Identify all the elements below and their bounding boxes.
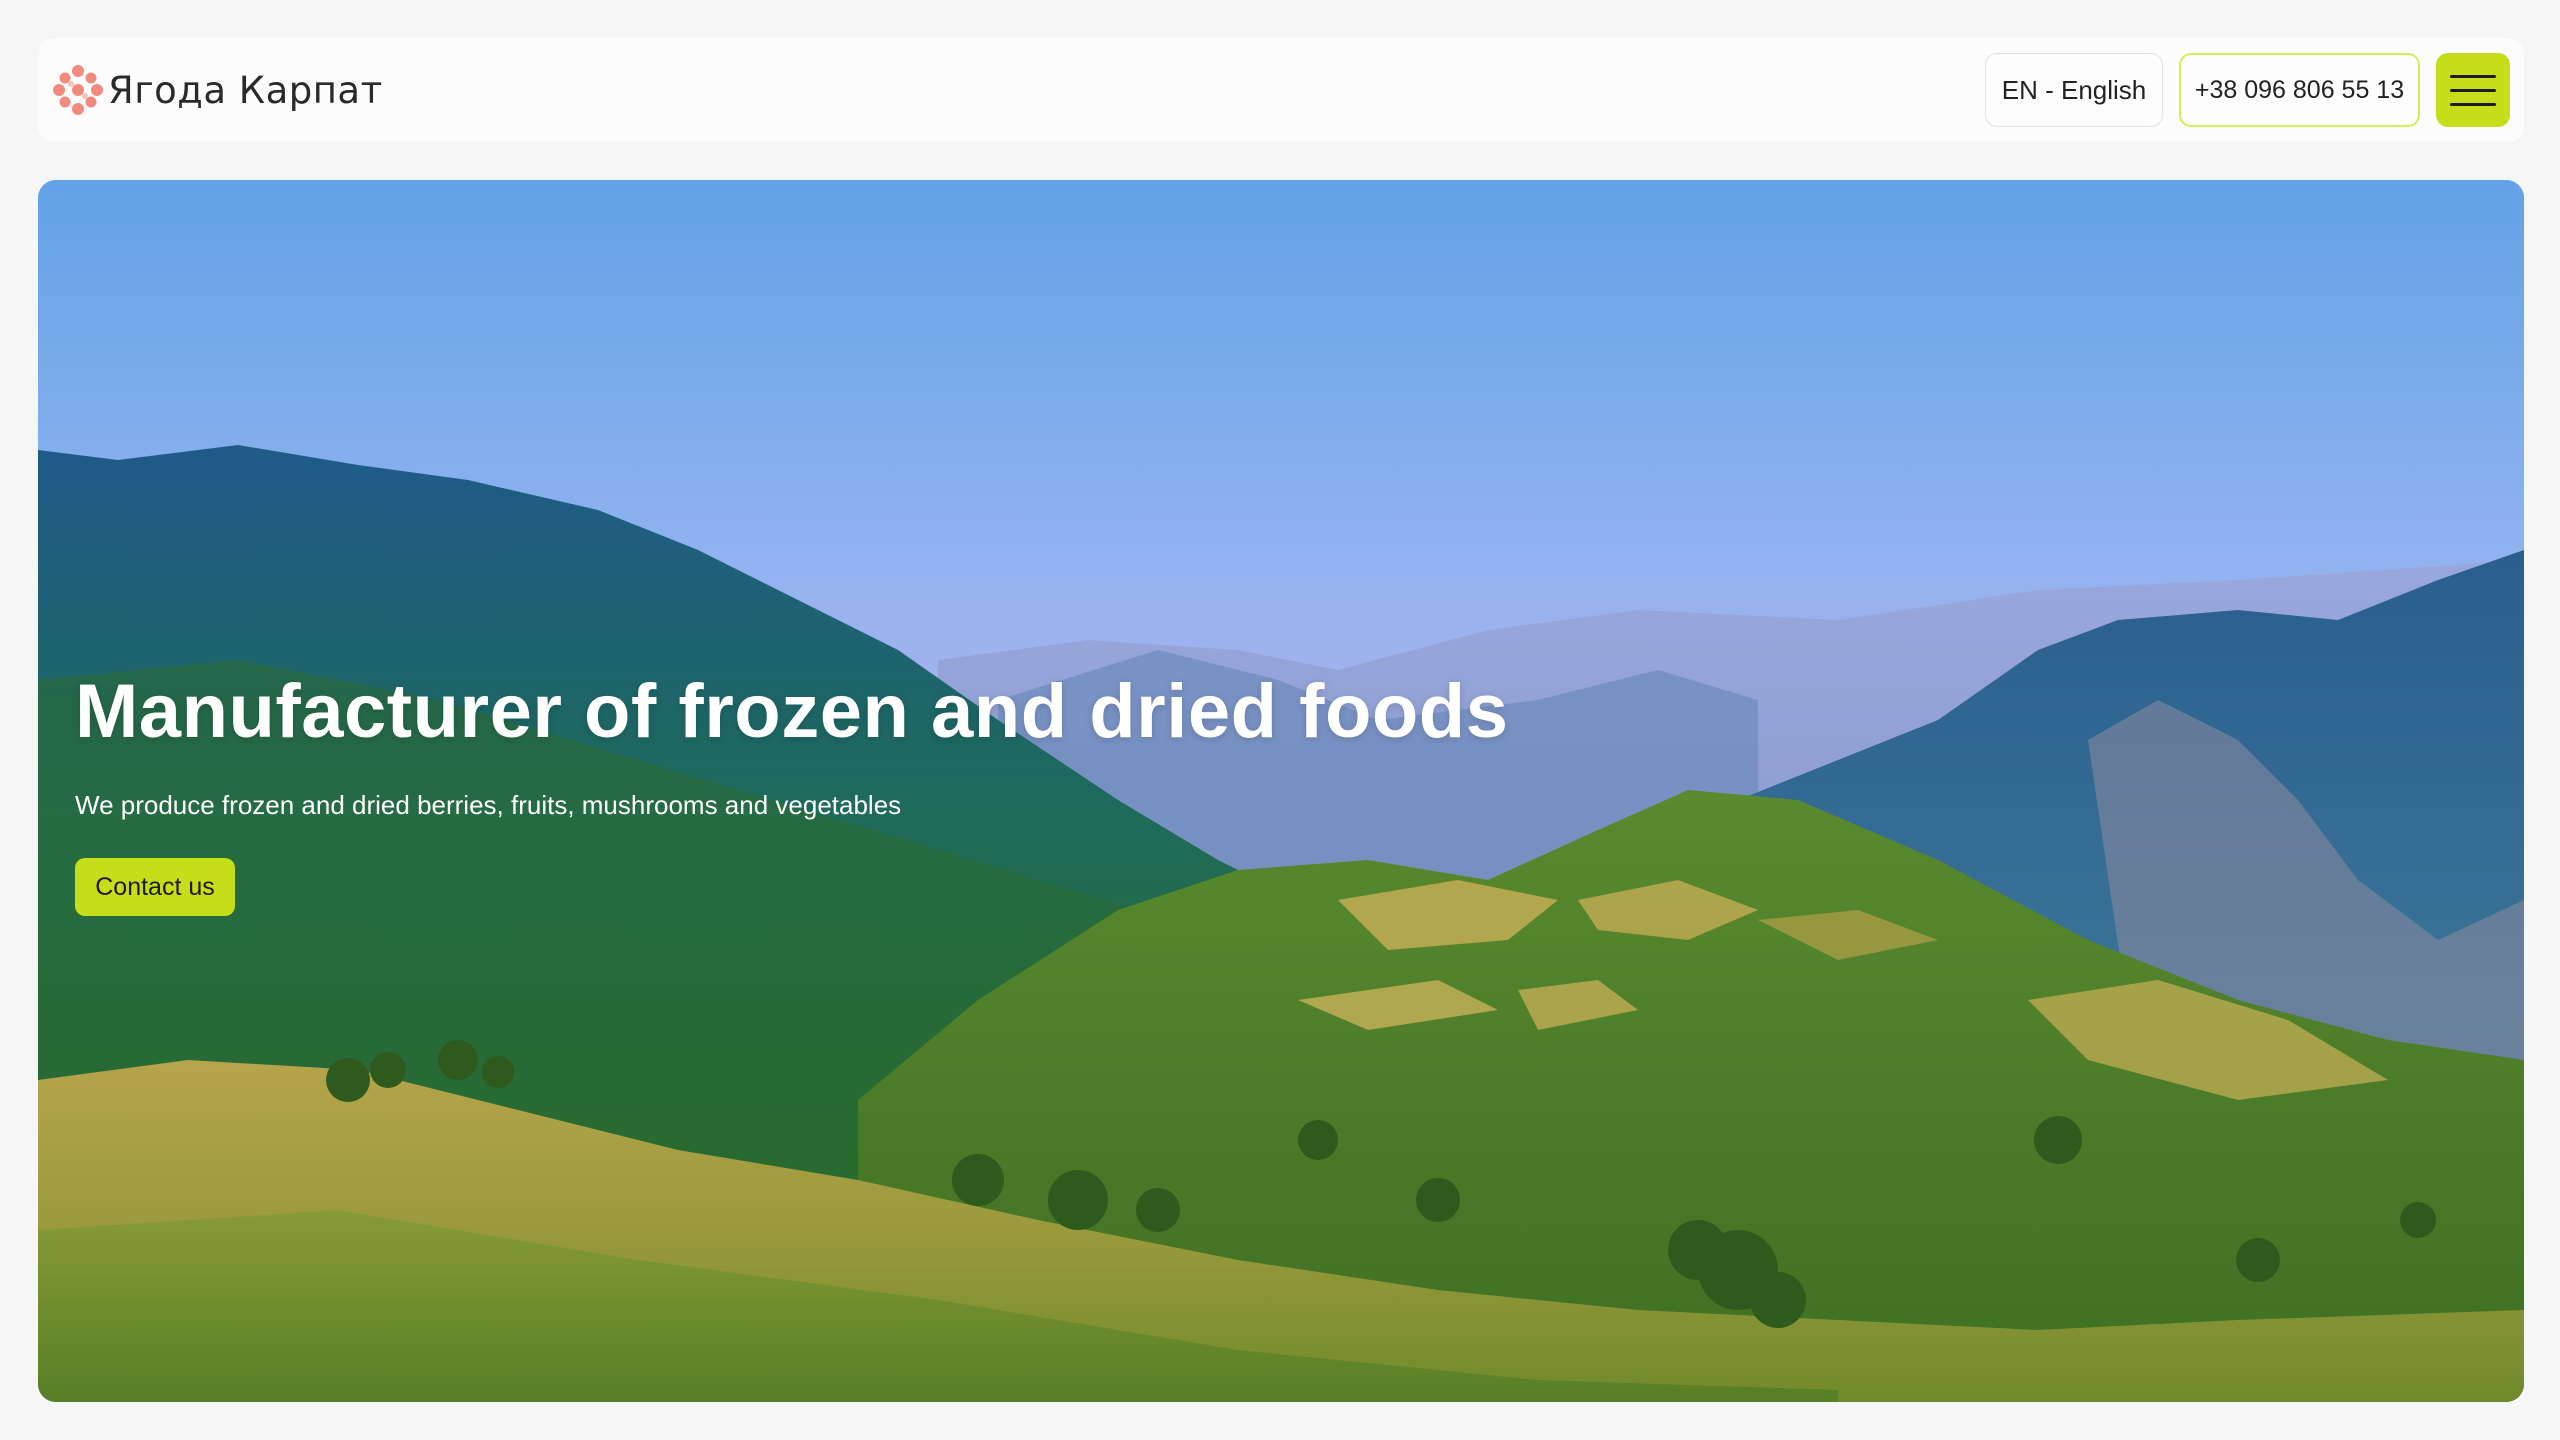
berry-cluster-icon (53, 65, 103, 115)
site-header: Ягода Карпат EN - English +38 096 806 55… (38, 38, 2524, 142)
hero-banner: Manufacturer of frozen and dried foods W… (38, 180, 2524, 1402)
hero-title: Manufacturer of frozen and dried foods (75, 669, 1509, 754)
hamburger-menu-icon (2450, 74, 2496, 78)
hamburger-menu-icon (2450, 88, 2496, 92)
logo-text: Ягода Карпат (108, 68, 383, 112)
hero-subtitle: We produce frozen and dried berries, fru… (75, 790, 902, 820)
logo[interactable]: Ягода Карпат (52, 64, 383, 116)
contact-us-button[interactable]: Contact us (75, 858, 235, 916)
language-selector[interactable]: EN - English (1985, 53, 2163, 127)
hamburger-menu-icon (2450, 102, 2496, 106)
phone-button[interactable]: +38 096 806 55 13 (2179, 53, 2420, 127)
menu-button[interactable] (2436, 53, 2510, 127)
